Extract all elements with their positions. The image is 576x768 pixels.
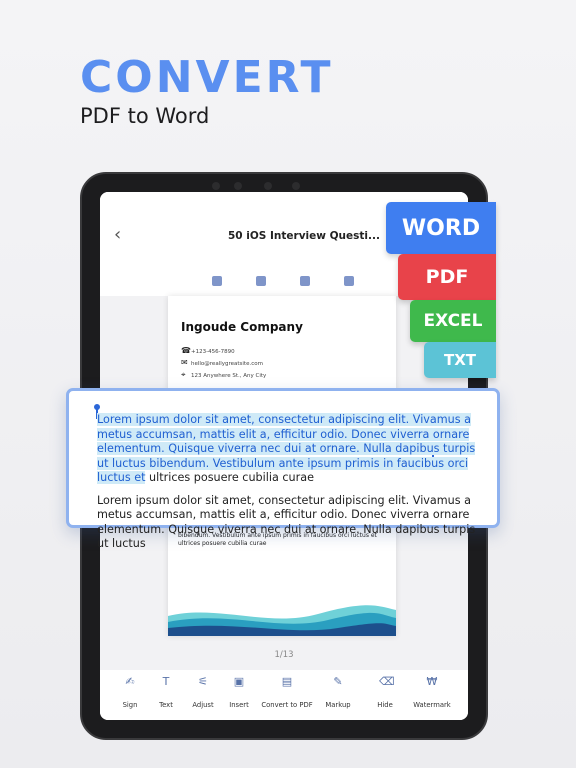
adjust-icon: ⚟ (198, 675, 208, 688)
second-paragraph: Lorem ipsum dolor sit amet, consectetur … (97, 493, 476, 551)
folder-add-icon[interactable] (256, 276, 266, 286)
chevron-left-icon[interactable]: ‹ (114, 224, 121, 245)
watermark-icon: ₩ (426, 675, 438, 688)
camera-bar (212, 182, 322, 190)
sensor-dot (212, 182, 220, 190)
pen-icon: ✎ (333, 675, 343, 688)
scan-icon[interactable] (344, 276, 354, 286)
signature-icon: ✍ (125, 675, 135, 688)
page-counter: 1/13 (274, 650, 294, 660)
format-tag-pdf: PDF (398, 254, 496, 300)
convert-to-pdf-button[interactable]: ▤ Convert to PDF (258, 676, 316, 712)
contact-email: ✉ hello@reallygreatsite.com (181, 358, 263, 367)
bottom-toolbar: ✍ Sign T Text ⚟ Adjust ▣ Insert ▤ Conver… (100, 670, 468, 720)
eraser-icon: ⌫ (379, 675, 395, 688)
text-icon: T (162, 675, 170, 688)
lock-icon[interactable] (300, 276, 310, 286)
subline: PDF to Word (80, 104, 210, 128)
sensor-dot (292, 182, 300, 190)
contact-address: ⌖ 123 Anywhere St., Any City (181, 370, 267, 379)
watermark-button[interactable]: ₩ Watermark (404, 676, 460, 712)
selected-paragraph[interactable]: Lorem ipsum dolor sit amet, consectetur … (97, 413, 477, 486)
checklist-icon[interactable] (212, 276, 222, 286)
format-tag-txt: TXT (424, 342, 496, 378)
location-pin-icon: ⌖ (181, 370, 186, 379)
magnified-text: Lorem ipsum dolor sit amet, consectetur … (97, 413, 477, 552)
mail-icon: ✉ (181, 358, 188, 367)
format-tag-word: WORD (386, 202, 496, 254)
document-title: 50 iOS Interview Questi... (228, 230, 380, 242)
unselected-text: ultrices posuere cubilia curae (145, 471, 314, 484)
convert-icon: ▤ (281, 675, 293, 688)
text-selection-magnifier: Lorem ipsum dolor sit amet, consectetur … (66, 388, 500, 550)
page-footer-wave (168, 605, 396, 636)
contact-phone: ☎+123-456-7890 (181, 346, 235, 355)
company-name: Ingoude Company (181, 320, 303, 334)
sensor-dot (234, 182, 242, 190)
camera-icon (264, 182, 272, 190)
headline: CONVERT (80, 52, 334, 103)
format-tag-excel: EXCEL (410, 300, 496, 342)
insert-image-icon: ▣ (233, 675, 245, 688)
phone-icon: ☎ (181, 346, 191, 355)
